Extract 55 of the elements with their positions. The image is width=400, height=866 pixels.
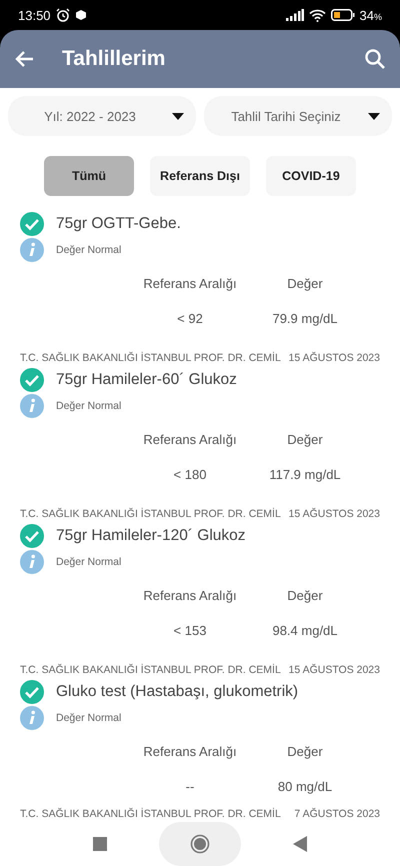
search-icon[interactable]: [364, 48, 386, 70]
column-label: Değer: [286, 432, 324, 447]
cube-icon: [74, 9, 87, 21]
alarm-icon: [56, 8, 70, 22]
status-text: Değer Normal: [56, 400, 122, 412]
test-name: 75gr OGTT-Gebe.: [56, 215, 181, 233]
test-name: Gluko test (Hastabaşı, glukometrik): [56, 683, 298, 701]
home-icon[interactable]: [190, 834, 210, 854]
hospital-name: T.C. SAĞLIK BAKANLIĞI İSTANBUL PROF. DR. CEMİL: [20, 352, 281, 364]
page-title: Tahlillerim: [62, 47, 166, 71]
column-label: Değer: [286, 744, 324, 759]
reference-range: < 92: [176, 311, 204, 326]
check-icon: [20, 524, 44, 548]
back-icon[interactable]: [293, 836, 307, 852]
status-text: Değer Normal: [56, 244, 122, 256]
test-name: 75gr Hamileler-60´ Glukoz: [56, 371, 237, 389]
column-label: Değer: [286, 276, 324, 291]
wifi-icon: [308, 8, 326, 22]
filter-tab[interactable]: Tümü: [44, 156, 134, 196]
column-label: Referans Aralığı: [142, 276, 238, 291]
battery-level: 34%: [360, 8, 382, 22]
result-value: 117.9 mg/dL: [268, 467, 342, 482]
reference-range: --: [184, 779, 196, 794]
hospital-name: T.C. SAĞLIK BAKANLIĞI İSTANBUL PROF. DR. CEMİL: [20, 508, 281, 520]
dropdown[interactable]: Tahlil Tarihi Seçiniz: [204, 96, 392, 136]
check-icon: [20, 680, 44, 704]
filter-tab[interactable]: Referans Dışı: [150, 156, 250, 196]
home-button[interactable]: [159, 822, 241, 866]
caret-icon: [368, 112, 380, 120]
result-value: 79.9 mg/dL: [271, 311, 339, 326]
result-date: 15 AĞUSTOS 2023: [288, 664, 380, 676]
reference-range: < 180: [172, 467, 208, 482]
result-value: 80 mg/dL: [276, 779, 334, 794]
column-label: Referans Aralığı: [142, 432, 238, 447]
column-label: Referans Aralığı: [142, 744, 238, 759]
check-icon: [20, 212, 44, 236]
hospital-name: T.C. SAĞLIK BAKANLIĞI İSTANBUL PROF. DR. CEMİL: [20, 664, 281, 676]
status-time: 13:50: [18, 8, 51, 22]
check-icon: [20, 368, 44, 392]
result-value: 98.4 mg/dL: [271, 623, 339, 638]
test-name: 75gr Hamileler-120´ Glukoz: [56, 527, 246, 545]
dropdown[interactable]: Yıl: 2022 - 2023: [8, 96, 196, 136]
hospital-name: T.C. SAĞLIK BAKANLIĞI İSTANBUL PROF. DR. CEMİL: [20, 808, 281, 820]
battery-icon: [330, 9, 355, 21]
result-date: 15 AĞUSTOS 2023: [288, 352, 380, 364]
column-label: Referans Aralığı: [142, 588, 238, 603]
signal-icon: [286, 9, 304, 21]
reference-range: < 153: [172, 623, 208, 638]
column-label: Değer: [286, 588, 324, 603]
result-date: 7 AĞUSTOS 2023: [294, 808, 380, 820]
caret-icon: [172, 112, 184, 120]
filter-tab[interactable]: COVID-19: [266, 156, 356, 196]
result-date: 15 AĞUSTOS 2023: [288, 508, 380, 520]
status-text: Değer Normal: [56, 712, 122, 724]
status-text: Değer Normal: [56, 556, 122, 568]
